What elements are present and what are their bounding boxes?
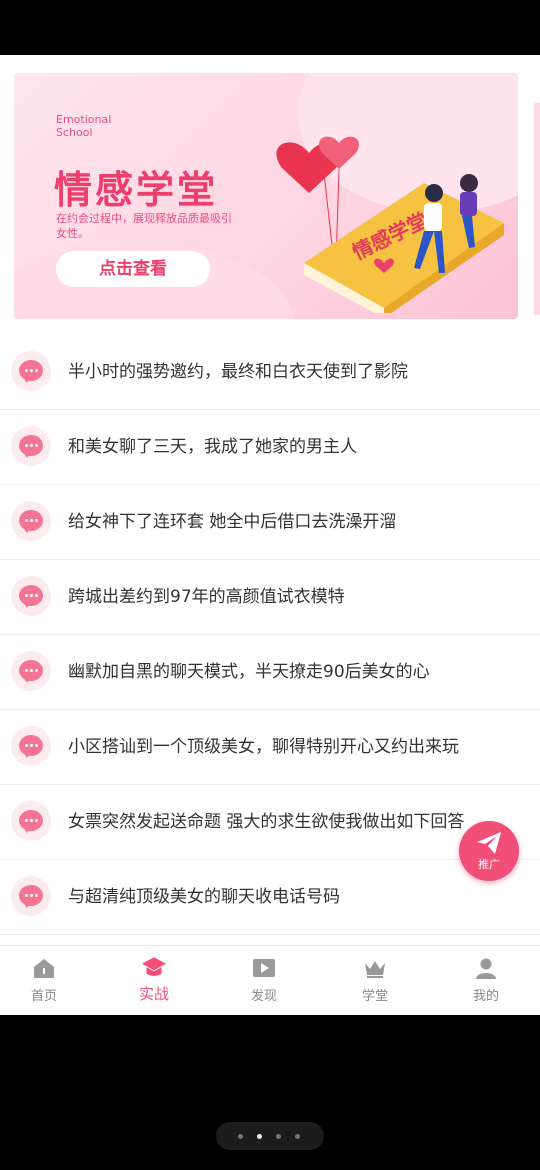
tab-label: 学堂 bbox=[361, 989, 388, 1004]
paper-plane-icon bbox=[477, 832, 501, 854]
chat-bubble-icon bbox=[11, 501, 51, 541]
article-title: 跨城出差约到97年的高颜值试衣模特 bbox=[68, 587, 345, 607]
article-list-item[interactable]: 半小时的强势邀约，最终和白衣天使到了影院 bbox=[0, 335, 540, 410]
chat-bubble-icon bbox=[11, 351, 51, 391]
chat-bubble-icon bbox=[11, 651, 51, 691]
article-title: 小区搭讪到一个顶级美女，聊得特别开心又约出来玩 bbox=[68, 737, 459, 757]
book-couple-illustration: 情感学堂 bbox=[276, 136, 504, 313]
article-list-item[interactable]: 小区搭讪到一个顶级美女，聊得特别开心又约出来玩 bbox=[0, 710, 540, 785]
tab-me[interactable]: 我的 bbox=[432, 946, 540, 1015]
tab-home[interactable]: 首页 bbox=[0, 946, 98, 1015]
crown-icon bbox=[365, 961, 385, 978]
article-list-item[interactable]: 幽默加自黑的聊天模式，半天撩走90后美女的心 bbox=[0, 635, 540, 710]
tab-discover[interactable]: 发现 bbox=[210, 946, 318, 1015]
page-indicator-pill bbox=[216, 1122, 324, 1150]
article-title: 女票突然发起送命题 强大的求生欲使我做出如下回答 bbox=[68, 812, 465, 832]
article-title: 给女神下了连环套 她全中后借口去洗澡开溜 bbox=[68, 512, 397, 532]
article-list-item[interactable]: 给女神下了连环套 她全中后借口去洗澡开溜 bbox=[0, 485, 540, 560]
article-title: 幽默加自黑的聊天模式，半天撩走90后美女的心 bbox=[68, 662, 430, 682]
tab-label: 首页 bbox=[30, 989, 57, 1004]
article-title: 和美女聊了三天，我成了她家的男主人 bbox=[68, 437, 357, 457]
tab-label: 实战 bbox=[138, 985, 169, 1003]
chat-bubble-icon bbox=[11, 876, 51, 916]
play-icon bbox=[253, 959, 275, 977]
app-screen: Emotional School 情感学堂 在约会过程中，展现释放品质最吸引女性… bbox=[0, 55, 540, 1015]
chat-bubble-icon bbox=[11, 426, 51, 466]
tab-label: 发现 bbox=[250, 989, 277, 1004]
chat-bubble-icon bbox=[11, 576, 51, 616]
home-icon bbox=[34, 959, 54, 978]
promote-button[interactable]: 推广 bbox=[459, 821, 519, 881]
user-icon bbox=[476, 958, 496, 979]
tab-school[interactable]: 学堂 bbox=[321, 946, 429, 1015]
chat-bubble-icon bbox=[11, 726, 51, 766]
banner-title: 情感学堂 bbox=[54, 168, 219, 212]
article-list-item[interactable]: 跨城出差约到97年的高颜值试衣模特 bbox=[0, 560, 540, 635]
bottom-tab-bar: 首页 实战 发现 学堂 我的 bbox=[0, 945, 540, 1015]
banner-description: 在约会过程中，展现释放品质最吸引女性。 bbox=[56, 212, 232, 240]
banner-carousel-slide[interactable]: Emotional School 情感学堂 在约会过程中，展现释放品质最吸引女性… bbox=[14, 73, 518, 319]
banner-english-title: Emotional School bbox=[56, 113, 112, 139]
article-title: 半小时的强势邀约，最终和白衣天使到了影院 bbox=[68, 362, 408, 382]
tab-label: 我的 bbox=[472, 989, 499, 1004]
view-details-button[interactable]: 点击查看 bbox=[56, 251, 210, 287]
article-list-item[interactable]: 和美女聊了三天，我成了她家的男主人 bbox=[0, 410, 540, 485]
carousel-indicator bbox=[246, 314, 288, 319]
next-slide-peek bbox=[534, 103, 540, 315]
article-title: 与超清纯顶级美女的聊天收电话号码 bbox=[68, 887, 340, 907]
chat-bubble-icon bbox=[11, 801, 51, 841]
promote-label: 推广 bbox=[478, 858, 500, 871]
graduation-cap-icon bbox=[142, 957, 166, 976]
tab-practice[interactable]: 实战 bbox=[100, 946, 208, 1015]
